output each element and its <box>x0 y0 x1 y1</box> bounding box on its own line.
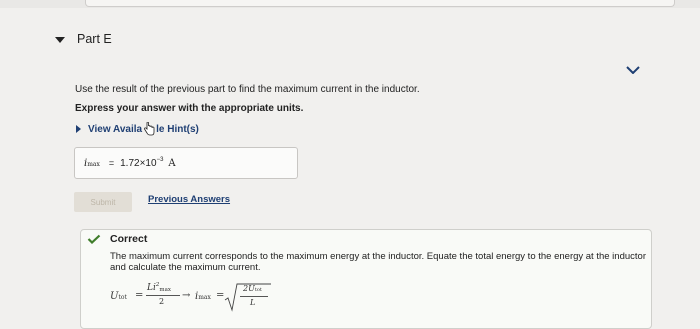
hints-label-start: View Availa <box>88 123 143 135</box>
formula-i-max: imax <box>195 291 211 302</box>
previous-answers-link[interactable]: Previous Answers <box>148 194 230 205</box>
answer-equals: = <box>108 158 115 168</box>
formula-fraction-line <box>146 295 180 296</box>
formula-equals-1: = <box>135 290 144 301</box>
formula-root-fraction-line <box>240 296 268 297</box>
formula-numerator: Li2max <box>147 282 171 293</box>
answer-value: 1.72×10−3 <box>120 157 164 169</box>
hints-label-end: le Hint(s) <box>156 123 199 135</box>
feedback-status: Correct <box>110 233 148 245</box>
view-hints-link[interactable]: View Availa le Hint(s) <box>76 122 199 136</box>
formula-arrow: → <box>182 290 191 301</box>
answer-exponent: −3 <box>156 157 164 163</box>
feedback-text: The maximum current corresponds to the m… <box>110 251 646 273</box>
formula-denominator: 2 <box>159 297 165 306</box>
answer-unit: A <box>168 157 176 169</box>
hand-cursor-icon <box>144 122 155 136</box>
collapse-caret-icon[interactable] <box>55 37 65 43</box>
previous-part-panel-edge <box>85 0 675 7</box>
answer-variable-subscript: max <box>87 160 100 168</box>
answer-display[interactable]: imax = 1.72×10−3 A <box>74 147 298 179</box>
part-title[interactable]: Part E <box>77 32 112 46</box>
solution-formula: Utot = Li2max 2 → imax = 2Utot L <box>110 280 310 316</box>
formula-root-numerator: 2Utot <box>243 284 262 293</box>
submit-button[interactable]: Submit <box>74 192 132 212</box>
completed-check-icon <box>626 66 640 74</box>
correct-check-icon <box>87 234 101 244</box>
question-text: Use the result of the previous part to f… <box>75 84 420 95</box>
formula-root-denominator: L <box>250 298 256 307</box>
expand-arrow-icon <box>76 125 81 133</box>
answer-instruction: Express your answer with the appropriate… <box>75 103 304 114</box>
answer-variable: imax <box>84 157 100 169</box>
formula-u: Utot <box>110 291 127 302</box>
